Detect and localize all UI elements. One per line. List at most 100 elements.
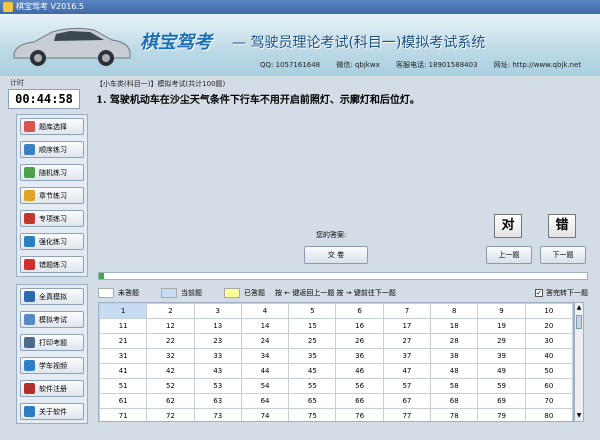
question-number-cell[interactable]: 4 — [240, 303, 290, 319]
question-number-cell[interactable]: 21 — [99, 333, 148, 349]
question-number-cell[interactable]: 69 — [477, 393, 526, 409]
question-number-cell[interactable]: 67 — [382, 393, 432, 409]
question-number-cell[interactable]: 2 — [146, 303, 195, 319]
question-number-cell[interactable]: 19 — [477, 318, 526, 334]
question-number-cell[interactable]: 61 — [99, 393, 148, 409]
question-number-cell[interactable]: 40 — [524, 348, 573, 364]
question-number-cell[interactable]: 59 — [477, 378, 526, 394]
question-number-cell[interactable]: 10 — [524, 303, 573, 319]
question-number-cell[interactable]: 56 — [335, 378, 384, 394]
intensive-practice-button[interactable]: 强化练习 — [20, 233, 84, 250]
question-number-cell[interactable]: 7 — [382, 303, 432, 319]
software-register-button[interactable]: 软件注册 — [20, 380, 84, 397]
question-number-cell[interactable]: 42 — [146, 363, 195, 379]
chapter-practice-button[interactable]: 章节练习 — [20, 187, 84, 204]
driving-video-button[interactable]: 学车视频 — [20, 357, 84, 374]
answer-true-button[interactable]: 对 — [494, 214, 522, 238]
about-software-button[interactable]: 关于软件 — [20, 403, 84, 420]
auto-next-option[interactable]: ✓ 答完转下一题 — [535, 288, 588, 298]
question-number-cell[interactable]: 32 — [146, 348, 195, 364]
question-bank-select-button[interactable]: 题库选择 — [20, 118, 84, 135]
question-number-cell[interactable]: 27 — [382, 333, 432, 349]
question-number-cell[interactable]: 43 — [193, 363, 242, 379]
question-number-cell[interactable]: 54 — [240, 378, 290, 394]
question-number-cell[interactable]: 9 — [477, 303, 526, 319]
question-number-cell[interactable]: 13 — [193, 318, 242, 334]
question-number-cell[interactable]: 15 — [288, 318, 337, 334]
question-number-cell[interactable]: 63 — [193, 393, 242, 409]
question-number-cell[interactable]: 78 — [430, 408, 479, 421]
random-practice-button[interactable]: 随机练习 — [20, 164, 84, 181]
question-number-cell[interactable]: 64 — [240, 393, 290, 409]
question-number-cell[interactable]: 74 — [240, 408, 290, 421]
question-number-cell[interactable]: 3 — [193, 303, 242, 319]
question-number-cell[interactable]: 52 — [146, 378, 195, 394]
question-number-cell[interactable]: 23 — [193, 333, 242, 349]
question-number-cell[interactable]: 79 — [477, 408, 526, 421]
question-number-cell[interactable]: 8 — [430, 303, 479, 319]
question-number-cell[interactable]: 45 — [288, 363, 337, 379]
question-number-cell[interactable]: 5 — [288, 303, 337, 319]
question-number-cell[interactable]: 34 — [240, 348, 290, 364]
submit-exam-button[interactable]: 交 卷 — [304, 246, 368, 264]
question-number-cell[interactable]: 6 — [335, 303, 384, 319]
question-number-cell[interactable]: 11 — [99, 318, 148, 334]
question-number-cell[interactable]: 73 — [193, 408, 242, 421]
print-questions-button[interactable]: 打印考题 — [20, 334, 84, 351]
question-number-cell[interactable]: 37 — [382, 348, 432, 364]
answer-false-button[interactable]: 错 — [548, 214, 576, 238]
question-number-cell[interactable]: 20 — [524, 318, 573, 334]
question-number-cell[interactable]: 75 — [288, 408, 337, 421]
question-number-cell[interactable]: 1 — [99, 303, 148, 319]
question-number-cell[interactable]: 12 — [146, 318, 195, 334]
question-number-cell[interactable]: 55 — [288, 378, 337, 394]
scroll-up-arrow-icon[interactable]: ▲ — [575, 303, 583, 313]
question-number-cell[interactable]: 53 — [193, 378, 242, 394]
question-number-cell[interactable]: 77 — [382, 408, 432, 421]
question-number-cell[interactable]: 14 — [240, 318, 290, 334]
scroll-thumb[interactable] — [576, 315, 582, 329]
question-number-cell[interactable]: 30 — [524, 333, 573, 349]
question-number-cell[interactable]: 48 — [430, 363, 479, 379]
next-question-button[interactable]: 下一题 — [540, 246, 586, 264]
question-number-cell[interactable]: 62 — [146, 393, 195, 409]
question-number-cell[interactable]: 70 — [524, 393, 573, 409]
auto-next-checkbox[interactable]: ✓ — [535, 289, 543, 297]
question-number-cell[interactable]: 16 — [335, 318, 384, 334]
question-number-cell[interactable]: 47 — [382, 363, 432, 379]
question-number-cell[interactable]: 38 — [430, 348, 479, 364]
question-number-cell[interactable]: 28 — [430, 333, 479, 349]
question-number-cell[interactable]: 36 — [335, 348, 384, 364]
question-number-cell[interactable]: 80 — [524, 408, 573, 421]
question-number-cell[interactable]: 50 — [524, 363, 573, 379]
previous-question-button[interactable]: 上一题 — [486, 246, 532, 264]
question-number-cell[interactable]: 72 — [146, 408, 195, 421]
question-number-cell[interactable]: 26 — [335, 333, 384, 349]
question-number-cell[interactable]: 57 — [382, 378, 432, 394]
mock-exam-button[interactable]: 模拟考试 — [20, 311, 84, 328]
question-number-cell[interactable]: 35 — [288, 348, 337, 364]
question-number-cell[interactable]: 76 — [335, 408, 384, 421]
wrong-questions-practice-button[interactable]: 错题练习 — [20, 256, 84, 273]
question-number-cell[interactable]: 58 — [430, 378, 479, 394]
question-number-cell[interactable]: 65 — [288, 393, 337, 409]
question-number-cell[interactable]: 29 — [477, 333, 526, 349]
question-number-cell[interactable]: 68 — [430, 393, 479, 409]
question-number-cell[interactable]: 44 — [240, 363, 290, 379]
question-number-cell[interactable]: 49 — [477, 363, 526, 379]
question-number-cell[interactable]: 51 — [99, 378, 148, 394]
question-number-cell[interactable]: 24 — [240, 333, 290, 349]
question-number-cell[interactable]: 17 — [382, 318, 432, 334]
grid-scrollbar[interactable]: ▲ ▼ — [574, 302, 584, 422]
question-number-cell[interactable]: 25 — [288, 333, 337, 349]
question-number-cell[interactable]: 60 — [524, 378, 573, 394]
question-number-cell[interactable]: 66 — [335, 393, 384, 409]
question-number-cell[interactable]: 31 — [99, 348, 148, 364]
scroll-down-arrow-icon[interactable]: ▼ — [575, 411, 583, 421]
question-number-cell[interactable]: 18 — [430, 318, 479, 334]
question-number-cell[interactable]: 41 — [99, 363, 148, 379]
question-number-cell[interactable]: 39 — [477, 348, 526, 364]
full-simulation-button[interactable]: 全真模拟 — [20, 288, 84, 305]
question-number-cell[interactable]: 46 — [335, 363, 384, 379]
sequential-practice-button[interactable]: 顺序练习 — [20, 141, 84, 158]
